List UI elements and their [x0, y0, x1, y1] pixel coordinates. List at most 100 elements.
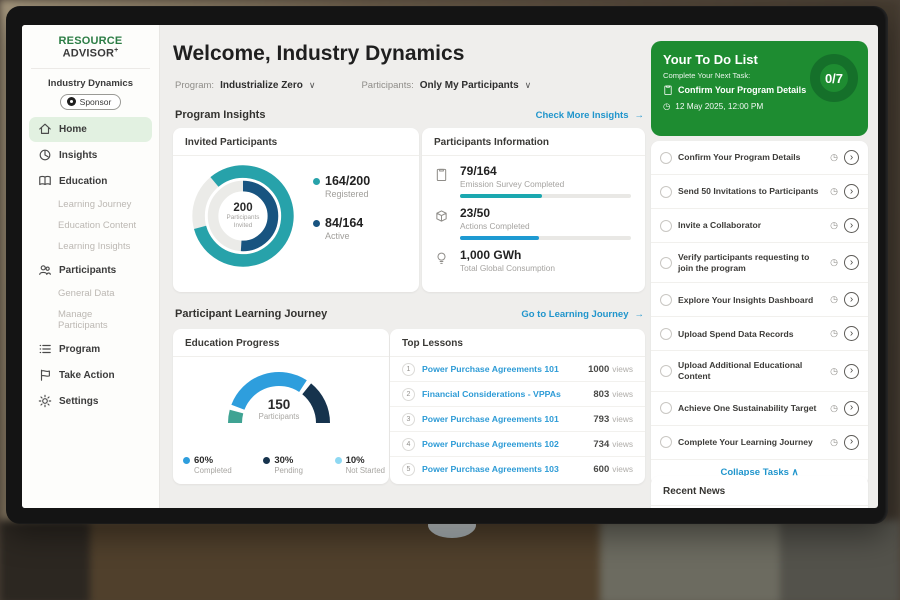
sidebar-item-manage-participants[interactable]: Manage Participants — [29, 305, 152, 336]
task-row[interactable]: Upload Additional Educational Content ◷ … — [651, 351, 868, 391]
consumption-icon — [435, 251, 448, 269]
chevron-right-button[interactable]: › — [844, 150, 859, 165]
task-row[interactable]: Complete Your Learning Journey ◷ › — [651, 426, 868, 460]
gauge-label: Participants — [211, 412, 347, 421]
registered-legend-item: 164/200 Registered — [313, 174, 370, 199]
lesson-row[interactable]: 1 Power Purchase Agreements 101 1000view… — [390, 357, 645, 382]
task-checkbox[interactable] — [660, 365, 672, 377]
chevron-right-button[interactable]: › — [844, 401, 859, 416]
lesson-link[interactable]: Power Purchase Agreements 103 — [422, 464, 586, 474]
task-checkbox[interactable] — [660, 402, 672, 414]
rank-badge: 1 — [402, 363, 415, 376]
card-title: Invited Participants — [173, 128, 419, 156]
legend-value: 10% — [346, 455, 365, 466]
task-label: Explore Your Insights Dashboard — [678, 295, 824, 306]
chevron-right-button[interactable]: › — [844, 218, 859, 233]
sidebar-nav: Home Insights Education Learning Journey… — [22, 117, 159, 414]
lesson-row[interactable]: 4 Power Purchase Agreements 102 734views — [390, 432, 645, 457]
education-gauge-chart: 150 Participants — [211, 357, 347, 433]
clock-icon: ◷ — [830, 437, 838, 448]
active-value: 84/164 — [325, 216, 363, 230]
clipboard-icon — [663, 84, 673, 96]
lesson-row[interactable]: 3 Power Purchase Agreements 101 793views — [390, 407, 645, 432]
clock-icon: ◷ — [830, 294, 838, 305]
chevron-right-button[interactable]: › — [844, 184, 859, 199]
participants-select[interactable]: Participants: Only My Participants ∨ — [361, 80, 531, 91]
task-row[interactable]: Send 50 Invitations to Participants ◷ › — [651, 175, 868, 209]
task-row[interactable]: Upload Spend Data Records ◷ › — [651, 317, 868, 351]
monitor-bezel: RESOURCE ADVISOR+ Industry Dynamics Spon… — [6, 6, 888, 524]
task-row[interactable]: Explore Your Insights Dashboard ◷ › — [651, 283, 868, 317]
education-legend: 60% Completed 30% Pending 10% Not Starte… — [183, 455, 385, 475]
lesson-link[interactable]: Power Purchase Agreements 101 — [422, 364, 581, 374]
task-row[interactable]: Verify participants requesting to join t… — [651, 243, 868, 283]
clock-icon: ◷ — [663, 101, 670, 111]
sidebar-item-learning-journey[interactable]: Learning Journey — [29, 195, 152, 215]
task-checkbox[interactable] — [660, 220, 672, 232]
sidebar-item-label: Education Content — [58, 220, 136, 231]
metric-value: 1,000 GWh — [460, 248, 631, 262]
sidebar-item-general-data[interactable]: General Data — [29, 284, 152, 304]
todo-progress-value: 0/7 — [825, 71, 843, 86]
next-task-label: Confirm Your Program Details — [678, 85, 806, 95]
pending-legend-item: 30% Pending — [263, 455, 303, 475]
top-lessons-card: Top Lessons 1 Power Purchase Agreements … — [390, 329, 645, 484]
registered-dot — [313, 178, 320, 185]
sidebar-item-learning-insights[interactable]: Learning Insights — [29, 237, 152, 257]
lesson-link[interactable]: Power Purchase Agreements 102 — [422, 439, 586, 449]
task-row[interactable]: Invite a Collaborator ◷ › — [651, 209, 868, 243]
chevron-right-button[interactable]: › — [844, 292, 859, 307]
participants-invited-label: Invited — [234, 222, 253, 230]
sidebar-item-take-action[interactable]: Take Action — [29, 363, 152, 388]
sidebar-item-education[interactable]: Education — [29, 169, 152, 194]
task-checkbox[interactable] — [660, 257, 672, 269]
todo-subtitle: Complete Your Next Task: — [663, 71, 750, 80]
task-row[interactable]: Confirm Your Program Details ◷ › — [651, 141, 868, 175]
lesson-row[interactable]: 2 Financial Considerations - VPPAs 803vi… — [390, 382, 645, 407]
active-label: Active — [325, 231, 370, 241]
lesson-row[interactable]: 5 Power Purchase Agreements 103 600views — [390, 457, 645, 481]
education-icon — [37, 174, 52, 189]
program-select[interactable]: Program: Industrialize Zero ∨ — [175, 80, 315, 91]
sidebar-item-settings[interactable]: Settings — [29, 389, 152, 414]
recent-news-card: Recent News — [651, 476, 868, 508]
task-checkbox[interactable] — [660, 436, 672, 448]
task-label: Upload Additional Educational Content — [678, 360, 824, 381]
chevron-right-button[interactable]: › — [844, 326, 859, 341]
participants-select-value: Only My Participants — [420, 80, 519, 91]
not-started-legend-item: 10% Not Started — [335, 455, 385, 475]
views-suffix: views — [612, 389, 633, 399]
metric-label: Total Global Consumption — [460, 263, 631, 273]
sponsor-badge[interactable]: Sponsor — [60, 94, 122, 110]
clock-icon: ◷ — [830, 328, 838, 339]
chevron-right-button[interactable]: › — [844, 435, 859, 450]
check-more-insights-link[interactable]: Check More Insights → — [536, 110, 644, 121]
sidebar-item-education-content[interactable]: Education Content — [29, 216, 152, 236]
sidebar-item-label: Settings — [59, 396, 98, 407]
sidebar-item-participants[interactable]: Participants — [29, 258, 152, 283]
background-panel-dark — [780, 520, 900, 600]
rank-badge: 4 — [402, 438, 415, 451]
task-row[interactable]: Achieve One Sustainability Target ◷ › — [651, 392, 868, 426]
sidebar-item-program[interactable]: Program — [29, 337, 152, 362]
brand-primary: RESOURCE — [59, 35, 123, 47]
sidebar-item-insights[interactable]: Insights — [29, 143, 152, 168]
legend-value: 60% — [194, 455, 213, 466]
sidebar-item-label: Take Action — [59, 370, 115, 381]
task-list: Confirm Your Program Details ◷ › Send 50… — [651, 141, 868, 486]
task-checkbox[interactable] — [660, 328, 672, 340]
sidebar-item-home[interactable]: Home — [29, 117, 152, 142]
task-checkbox[interactable] — [660, 294, 672, 306]
not-started-dot — [335, 457, 342, 464]
page-title: Welcome, Industry Dynamics — [173, 42, 464, 66]
go-to-learning-journey-link[interactable]: Go to Learning Journey → — [521, 309, 644, 320]
task-checkbox[interactable] — [660, 152, 672, 164]
background-shadow — [0, 520, 90, 600]
sidebar-item-label: Insights — [59, 150, 97, 161]
task-checkbox[interactable] — [660, 186, 672, 198]
lesson-link[interactable]: Financial Considerations - VPPAs — [422, 389, 586, 399]
chevron-right-button[interactable]: › — [844, 255, 859, 270]
lesson-link[interactable]: Power Purchase Agreements 101 — [422, 414, 586, 424]
chevron-right-button[interactable]: › — [844, 364, 859, 379]
next-task: Confirm Your Program Details — [663, 84, 806, 96]
